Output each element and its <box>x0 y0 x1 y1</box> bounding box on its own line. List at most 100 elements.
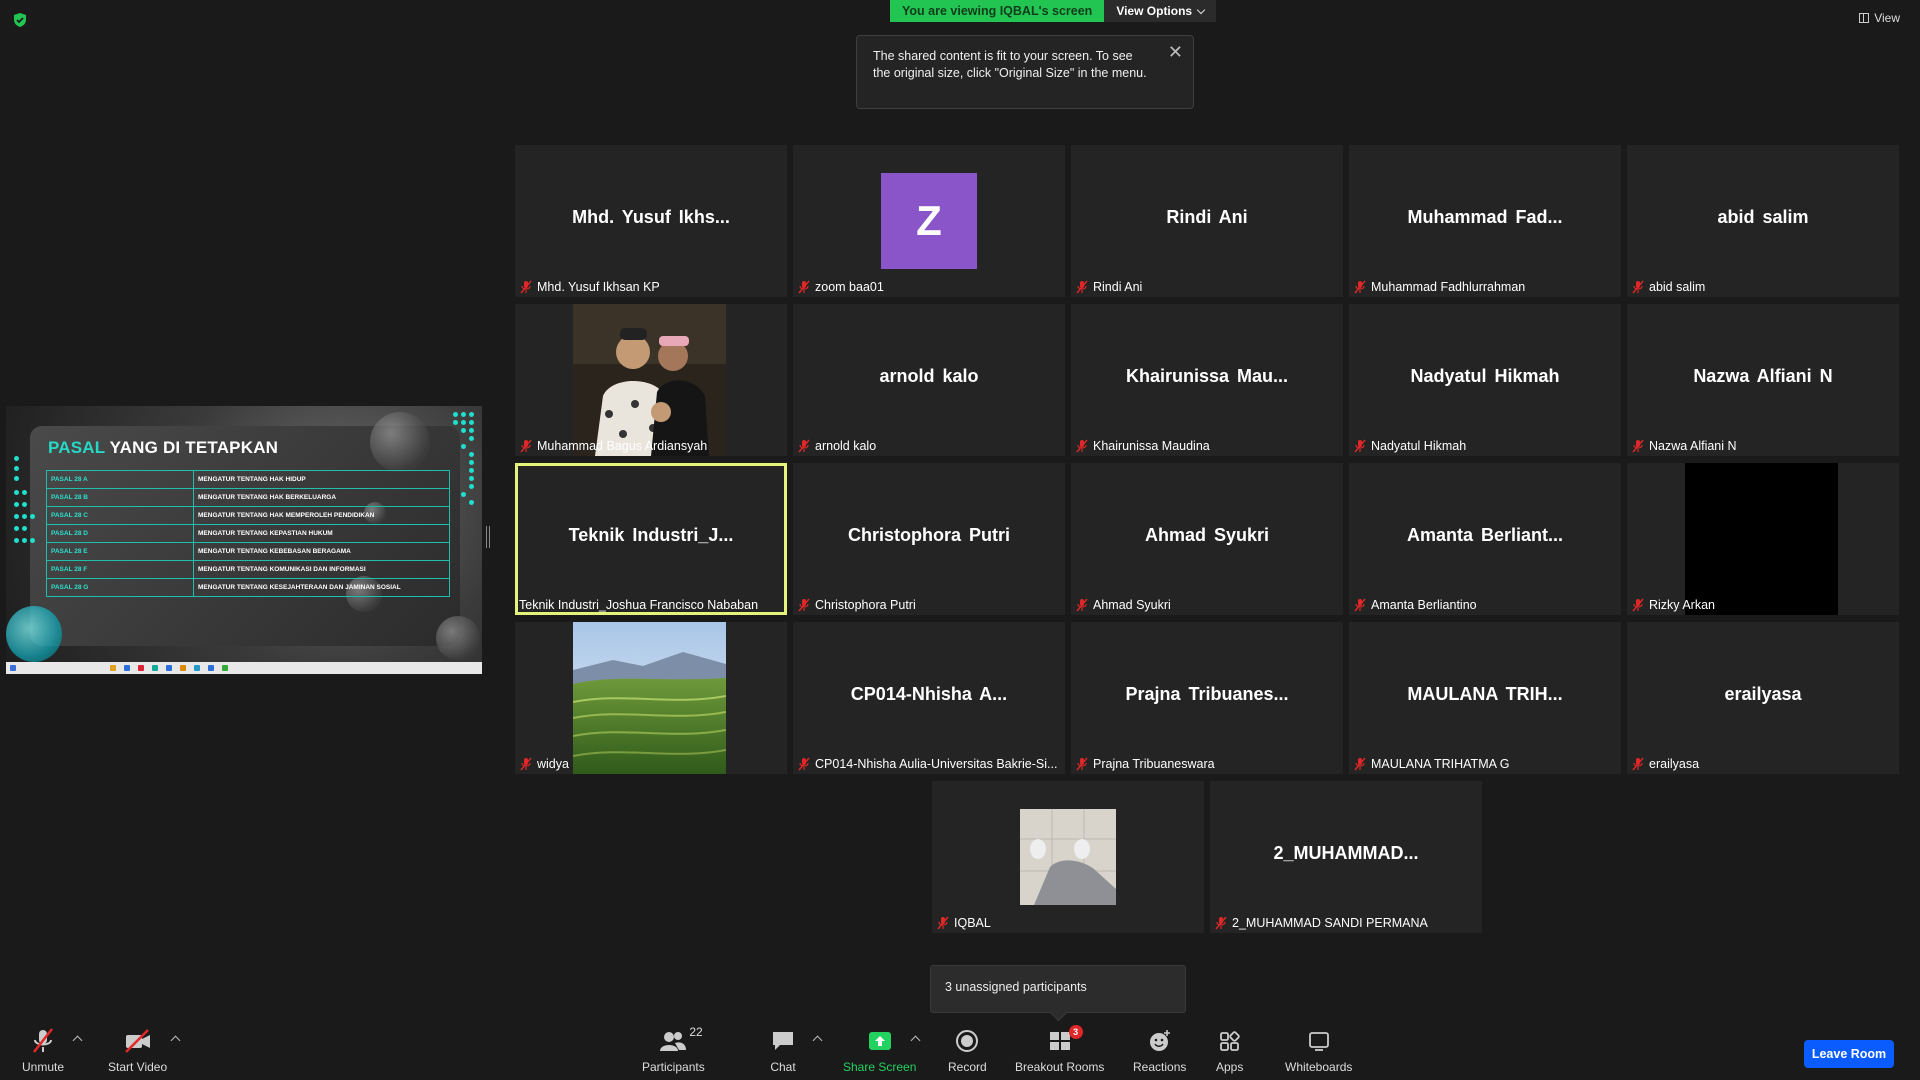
breakout-rooms-label: Breakout Rooms <box>1015 1060 1105 1074</box>
participant-tile[interactable]: Amanta Berliant... Amanta Berliantino <box>1349 463 1621 615</box>
participant-display-name: Muhammad Fad... <box>1407 207 1563 227</box>
participant-tile[interactable]: Muhammad Bagus Ardiansyah <box>515 304 787 456</box>
participant-tile[interactable]: widya <box>515 622 787 774</box>
decorative-dot <box>469 476 474 481</box>
participant-display-name: 2_MUHAMMAD... <box>1273 843 1419 863</box>
participant-tile[interactable]: CP014-Nhisha A... CP014-Nhisha Aulia-Univ… <box>793 622 1065 774</box>
resize-handle[interactable] <box>486 526 490 548</box>
breakout-rooms-button[interactable]: 3 Breakout Rooms <box>1015 1025 1105 1074</box>
participant-tile[interactable]: Muhammad Fad... Muhammad Fadhlurrahman <box>1349 145 1621 297</box>
participant-tile[interactable]: abid salim abid salim <box>1627 145 1899 297</box>
pasal-description: MENGATUR TENTANG KESEJAHTERAAN DAN JAMIN… <box>193 578 450 597</box>
mic-muted-icon <box>1075 439 1089 453</box>
participant-tile[interactable]: Christophora Putri Christophora Putri <box>793 463 1065 615</box>
pasal-number: PASAL 28 A <box>46 470 194 489</box>
participant-video-off <box>1685 463 1838 615</box>
participant-tile[interactable]: IQBAL <box>932 781 1204 933</box>
participant-name: widya <box>537 757 569 771</box>
participant-tile[interactable]: Teknik Industri_J... Teknik Industri_Josh… <box>515 463 787 615</box>
participant-tile[interactable]: MAULANA TRIH... MAULANA TRIHATMA G <box>1349 622 1621 774</box>
chat-options-caret[interactable] <box>812 1035 823 1046</box>
reactions-label: Reactions <box>1133 1060 1187 1074</box>
participant-tile[interactable]: Rizky Arkan <box>1627 463 1899 615</box>
pasal-table: PASAL 28 A MENGATUR TENTANG HAK HIDUP PASA… <box>46 470 450 597</box>
view-label: View <box>1874 11 1900 25</box>
encryption-shield-icon[interactable] <box>12 12 28 28</box>
decorative-dot <box>461 492 466 497</box>
pasal-number: PASAL 28 C <box>46 506 194 525</box>
participants-icon <box>660 1032 687 1051</box>
participant-name-label: Ahmad Syukri <box>1075 597 1171 613</box>
chat-button[interactable]: Chat <box>770 1027 796 1074</box>
view-button[interactable]: View <box>1859 11 1900 25</box>
participant-name-label: IQBAL <box>936 915 991 931</box>
participant-tile[interactable]: Zzoom baa01 <box>793 145 1065 297</box>
participant-tile[interactable]: Nazwa Alfiani N Nazwa Alfiani N <box>1627 304 1899 456</box>
shared-screen[interactable]: PASAL YANG DI TETAPKAN PASAL 28 A MENGATU… <box>6 406 482 674</box>
participant-tile[interactable]: erailyasa erailyasa <box>1627 622 1899 774</box>
taskbar-icon <box>166 665 172 671</box>
reactions-button[interactable]: Reactions <box>1133 1027 1186 1074</box>
participant-tile[interactable]: 2_MUHAMMAD... 2_MUHAMMAD SANDI PERMANA <box>1210 781 1482 933</box>
participant-name-label: arnold kalo <box>797 438 876 454</box>
record-icon <box>956 1030 979 1052</box>
decorative-dot <box>469 420 474 425</box>
decorative-dot <box>14 526 19 531</box>
pasal-number: PASAL 28 E <box>46 542 194 561</box>
mic-muted-icon <box>1075 757 1089 771</box>
close-icon[interactable]: ✕ <box>1168 43 1183 61</box>
participants-button[interactable]: 22 Participants <box>642 1025 705 1074</box>
unmute-button[interactable]: Unmute <box>22 1027 64 1074</box>
decorative-dot <box>22 526 27 531</box>
taskbar-icon <box>10 665 16 671</box>
mic-muted-icon <box>1353 757 1367 771</box>
participant-tile[interactable]: Nadyatul Hikmah Nadyatul Hikmah <box>1349 304 1621 456</box>
mic-muted-icon <box>1631 598 1645 612</box>
slide-title-rest: YANG DI TETAPKAN <box>105 438 279 457</box>
decorative-dot <box>30 538 35 543</box>
share-screen-button[interactable]: Share Screen <box>843 1027 916 1074</box>
participant-name-label: Khairunissa Maudina <box>1075 438 1210 454</box>
apps-label: Apps <box>1216 1060 1244 1074</box>
decorative-dot <box>469 412 474 417</box>
participant-name: CP014-Nhisha Aulia-Universitas Bakrie-Si… <box>815 757 1058 771</box>
taskbar-icon <box>124 665 130 671</box>
start-video-button[interactable]: Start Video <box>108 1027 167 1074</box>
audio-options-caret[interactable] <box>72 1035 83 1046</box>
participant-tile[interactable]: Khairunissa Mau... Khairunissa Maudina <box>1071 304 1343 456</box>
participant-display-name: Christophora Putri <box>847 525 1010 545</box>
decorative-dot <box>461 444 466 449</box>
pasal-number: PASAL 28 F <box>46 560 194 579</box>
participant-tile[interactable]: arnold kalo arnold kalo <box>793 304 1065 456</box>
participant-tile[interactable]: Mhd. Yusuf Ikhs... Mhd. Yusuf Ikhsan KP <box>515 145 787 297</box>
pasal-row: PASAL 28 D MENGATUR TENTANG KEPASTIAN HUK… <box>46 524 450 543</box>
participant-tile[interactable]: Prajna Tribuanes... Prajna Tribuaneswara <box>1071 622 1343 774</box>
video-options-caret[interactable] <box>170 1035 181 1046</box>
participant-tile[interactable]: Rindi Ani Rindi Ani <box>1071 145 1343 297</box>
participant-name: zoom baa01 <box>815 280 884 294</box>
participant-display-name: Rindi Ani <box>1166 207 1248 227</box>
whiteboard-icon <box>1308 1032 1329 1051</box>
participant-name-label: zoom baa01 <box>797 279 884 295</box>
participant-name-label: Nadyatul Hikmah <box>1353 438 1466 454</box>
decorative-dot <box>461 428 466 433</box>
share-screen-icon <box>868 1032 891 1050</box>
view-options-button[interactable]: View Options <box>1104 0 1217 22</box>
participant-name: Nazwa Alfiani N <box>1649 439 1737 453</box>
pasal-row: PASAL 28 E MENGATUR TENTANG KEBEBASAN BER… <box>46 542 450 561</box>
participant-tile[interactable]: Ahmad Syukri Ahmad Syukri <box>1071 463 1343 615</box>
record-button[interactable]: Record <box>948 1027 987 1074</box>
decorative-dot <box>14 502 19 507</box>
participant-display-name: erailyasa <box>1724 684 1802 704</box>
whiteboards-button[interactable]: Whiteboards <box>1285 1027 1352 1074</box>
participant-name-label: erailyasa <box>1631 756 1699 772</box>
pasal-description: MENGATUR TENTANG HAK BERKELUARGA <box>193 488 450 507</box>
taskbar-icon <box>208 665 214 671</box>
leave-room-button[interactable]: Leave Room <box>1804 1040 1894 1068</box>
decorative-dot <box>22 502 27 507</box>
apps-button[interactable]: Apps <box>1216 1027 1243 1074</box>
participant-name-label: abid salim <box>1631 279 1705 295</box>
decorative-dot <box>14 476 19 481</box>
participant-name: Ahmad Syukri <box>1093 598 1171 612</box>
participant-display-name: Prajna Tribuanes... <box>1125 684 1289 704</box>
